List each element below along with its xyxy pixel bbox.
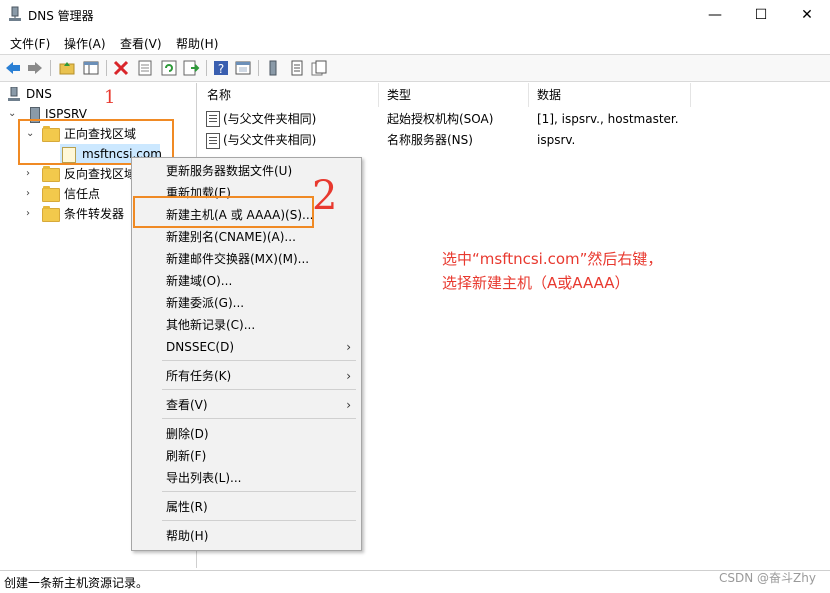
menu-item-new-mx[interactable]: 新建邮件交换器(MX)(M)...: [132, 248, 361, 270]
menu-item-label: 刷新(F): [166, 449, 207, 463]
menu-file[interactable]: 文件(F): [10, 35, 50, 52]
tree-label: 信任点: [64, 187, 101, 201]
menu-item-label: 新建邮件交换器(MX)(M)...: [166, 252, 310, 266]
menu-item-new-delegation[interactable]: 新建委派(G)...: [132, 292, 361, 314]
records-icon[interactable]: [310, 59, 328, 77]
delete-icon[interactable]: [112, 59, 130, 77]
server-icon[interactable]: [264, 59, 282, 77]
menu-item-label: 所有任务(K): [166, 369, 232, 383]
cell-name: (与父文件夹相同): [223, 133, 317, 147]
cell-name: (与父文件夹相同): [223, 112, 317, 126]
folder-icon: [42, 206, 60, 222]
menu-item-label: 导出列表(L)...: [166, 471, 242, 485]
menu-item-new-alias[interactable]: 新建别名(CNAME)(A)...: [132, 226, 361, 248]
menu-item-export-list[interactable]: 导出列表(L)...: [132, 467, 361, 489]
properties-icon[interactable]: [136, 59, 154, 77]
expanded-chevron-icon[interactable]: ⌄: [8, 109, 18, 119]
menu-item-other-records[interactable]: 其他新记录(C)...: [132, 314, 361, 336]
dns-icon: [8, 87, 20, 101]
toolbar-separator: [258, 60, 259, 76]
annotation-step1: 1: [104, 87, 116, 108]
menu-item-label: 新建委派(G)...: [166, 296, 245, 310]
menu-item-help[interactable]: 帮助(H): [132, 525, 361, 547]
annotation-note-line2: 选择新建主机（A或AAAA）: [442, 274, 630, 292]
cell-type: 起始授权机构(SOA): [387, 112, 494, 126]
menu-item-dnssec[interactable]: DNSSEC(D) ›: [132, 336, 361, 358]
watermark: CSDN @奋斗Zhy: [719, 571, 816, 585]
menu-item-label: DNSSEC(D): [166, 340, 235, 354]
menu-item-new-domain[interactable]: 新建域(O)...: [132, 270, 361, 292]
annotation-step2: 2: [312, 173, 338, 219]
column-header-type[interactable]: 类型: [379, 83, 529, 107]
menu-separator: [162, 389, 356, 390]
menu-separator: [162, 520, 356, 521]
svg-text:?: ?: [218, 62, 224, 76]
annotation-note-line1: 选中“msftncsi.com”然后右键，: [442, 250, 663, 268]
refresh-icon[interactable]: [160, 59, 178, 77]
menu-item-label: 属性(R): [166, 500, 208, 514]
cell-data: ispsrv.: [537, 133, 576, 147]
record-icon: [206, 133, 220, 149]
submenu-arrow-icon: ›: [346, 369, 351, 383]
menu-item-label: 查看(V): [166, 398, 208, 412]
annotation-note: 选中“msftncsi.com”然后右键， 选择新建主机（A或AAAA）: [442, 247, 662, 295]
menu-separator: [162, 360, 356, 361]
up-folder-icon[interactable]: [58, 59, 76, 77]
menu-item-label: 新建别名(CNAME)(A)...: [166, 230, 296, 244]
toolbar-separator: [206, 60, 207, 76]
show-hide-tree-icon[interactable]: [82, 59, 100, 77]
highlight-box-step2: [133, 196, 314, 228]
tree-label: 条件转发器: [64, 207, 125, 221]
menu-item-label: 更新服务器数据文件(U): [166, 164, 293, 178]
toolbar-separator: [50, 60, 51, 76]
collapsed-chevron-icon[interactable]: ›: [26, 189, 36, 199]
title-bar: DNS 管理器 — ☐ ✕: [0, 0, 830, 30]
menu-item-label: 帮助(H): [166, 529, 209, 543]
menu-bar: 文件(F) 操作(A) 查看(V) 帮助(H): [0, 31, 830, 53]
maximize-button[interactable]: ☐: [738, 0, 784, 30]
toolbar: ?: [0, 54, 830, 82]
dns-app-icon: [9, 6, 21, 21]
close-button[interactable]: ✕: [784, 0, 830, 30]
console-icon[interactable]: [234, 59, 252, 77]
menu-item-label: 新建域(O)...: [166, 274, 233, 288]
menu-separator: [162, 418, 356, 419]
list-icon[interactable]: [288, 59, 306, 77]
forward-icon[interactable]: [26, 59, 44, 77]
submenu-arrow-icon: ›: [346, 340, 351, 354]
folder-icon: [42, 186, 60, 202]
menu-help[interactable]: 帮助(H): [176, 35, 218, 52]
menu-item-label: 其他新记录(C)...: [166, 318, 256, 332]
menu-view[interactable]: 查看(V): [120, 35, 162, 52]
minimize-button[interactable]: —: [692, 0, 738, 30]
menu-item-refresh[interactable]: 刷新(F): [132, 445, 361, 467]
status-bar: 创建一条新主机资源记录。 CSDN @奋斗Zhy: [0, 570, 830, 593]
column-header-name[interactable]: 名称: [199, 83, 379, 107]
menu-separator: [162, 491, 356, 492]
tree-label: DNS: [26, 87, 52, 101]
status-text: 创建一条新主机资源记录。: [4, 576, 149, 590]
window-title: DNS 管理器: [28, 9, 94, 23]
column-header-data[interactable]: 数据: [529, 83, 691, 107]
record-icon: [206, 111, 220, 127]
collapsed-chevron-icon[interactable]: ›: [26, 169, 36, 179]
menu-item-properties[interactable]: 属性(R): [132, 496, 361, 518]
menu-item-view[interactable]: 查看(V) ›: [132, 394, 361, 416]
help-icon[interactable]: ?: [212, 59, 230, 77]
back-icon[interactable]: [4, 59, 22, 77]
cell-type: 名称服务器(NS): [387, 133, 473, 147]
tree-label: 反向查找区域: [64, 167, 137, 181]
menu-action[interactable]: 操作(A): [64, 35, 106, 52]
cell-data: [1], ispsrv., hostmaster.: [537, 112, 679, 126]
export-icon[interactable]: [182, 59, 200, 77]
toolbar-separator: [106, 60, 107, 76]
menu-item-all-tasks[interactable]: 所有任务(K) ›: [132, 365, 361, 387]
submenu-arrow-icon: ›: [346, 398, 351, 412]
menu-item-label: 删除(D): [166, 427, 209, 441]
menu-item-delete[interactable]: 删除(D): [132, 423, 361, 445]
folder-icon: [42, 166, 60, 182]
collapsed-chevron-icon[interactable]: ›: [26, 209, 36, 219]
